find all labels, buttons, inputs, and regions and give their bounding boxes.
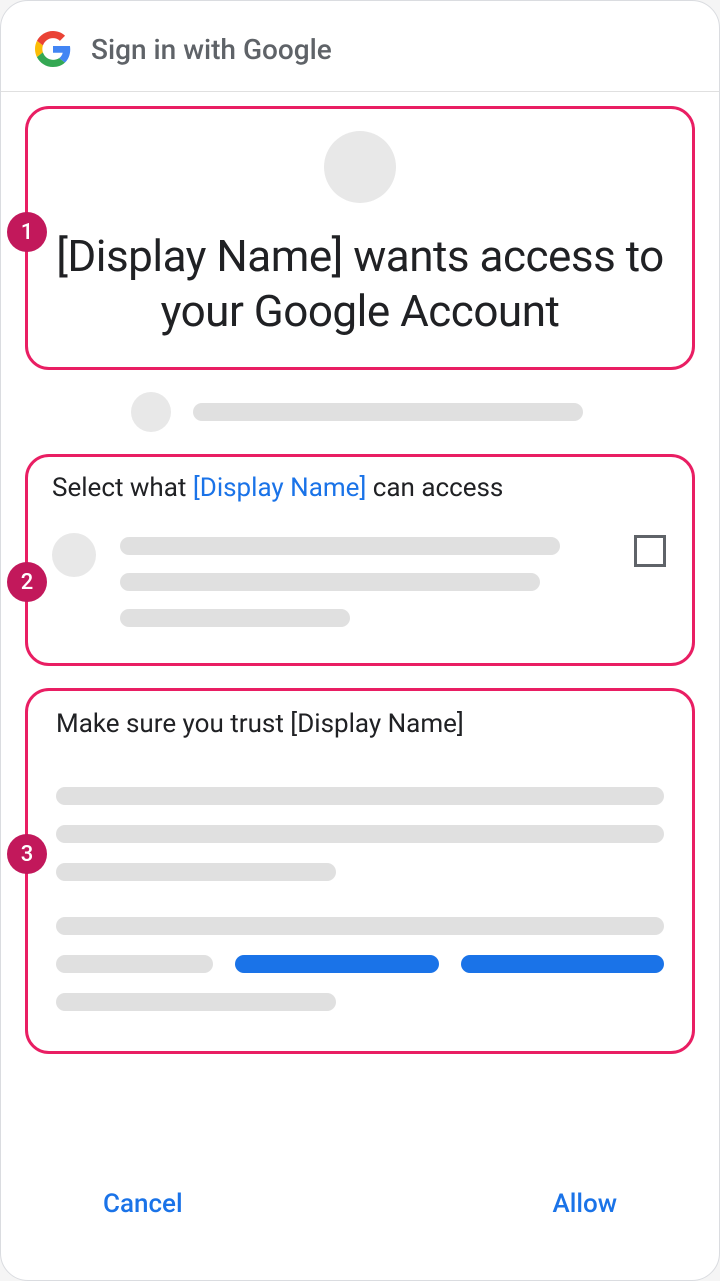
annotated-body: 1 [Display Name] wants access to your Go…	[1, 106, 719, 1054]
header: Sign in with Google	[1, 1, 719, 91]
header-title: Sign in with Google	[91, 33, 332, 66]
scope-item	[52, 533, 668, 627]
trust-paragraph-1-placeholder	[56, 787, 664, 881]
header-divider	[1, 91, 719, 92]
footer: Cancel Allow	[1, 1144, 719, 1280]
allow-button[interactable]: Allow	[546, 1188, 623, 1220]
scope-title-app-name: [Display Name]	[193, 473, 367, 503]
account-chip[interactable]	[131, 392, 719, 432]
cancel-button[interactable]: Cancel	[97, 1188, 189, 1220]
annotation-badge-1: 1	[7, 212, 47, 252]
annotation-badge-3: 3	[7, 834, 47, 874]
google-logo-icon	[35, 31, 71, 67]
scope-icon-placeholder	[52, 533, 96, 577]
section-app-identity: [Display Name] wants access to your Goog…	[25, 106, 695, 370]
scope-title-prefix: Select what	[52, 473, 193, 503]
trust-section-title: Make sure you trust [Display Name]	[56, 709, 664, 739]
trust-link-placeholder[interactable]	[235, 955, 438, 973]
oauth-consent-screen: Sign in with Google 1 [Display Name] wan…	[0, 0, 720, 1281]
scope-description-placeholder	[120, 533, 610, 627]
account-avatar-placeholder	[131, 392, 171, 432]
account-email-placeholder	[193, 403, 583, 421]
app-logo-placeholder	[324, 131, 396, 203]
scope-checkbox[interactable]	[634, 535, 666, 567]
scope-title-suffix: can access	[366, 473, 503, 503]
annotation-badge-2: 2	[7, 562, 47, 602]
section-scope-selection: Select what [Display Name] can access	[25, 454, 695, 666]
trust-link-placeholder[interactable]	[461, 955, 664, 973]
scope-section-title: Select what [Display Name] can access	[52, 473, 668, 503]
consent-headline: [Display Name] wants access to your Goog…	[38, 229, 682, 339]
trust-paragraph-2-placeholder	[56, 917, 664, 1011]
section-trust-warning: Make sure you trust [Display Name]	[25, 688, 695, 1054]
